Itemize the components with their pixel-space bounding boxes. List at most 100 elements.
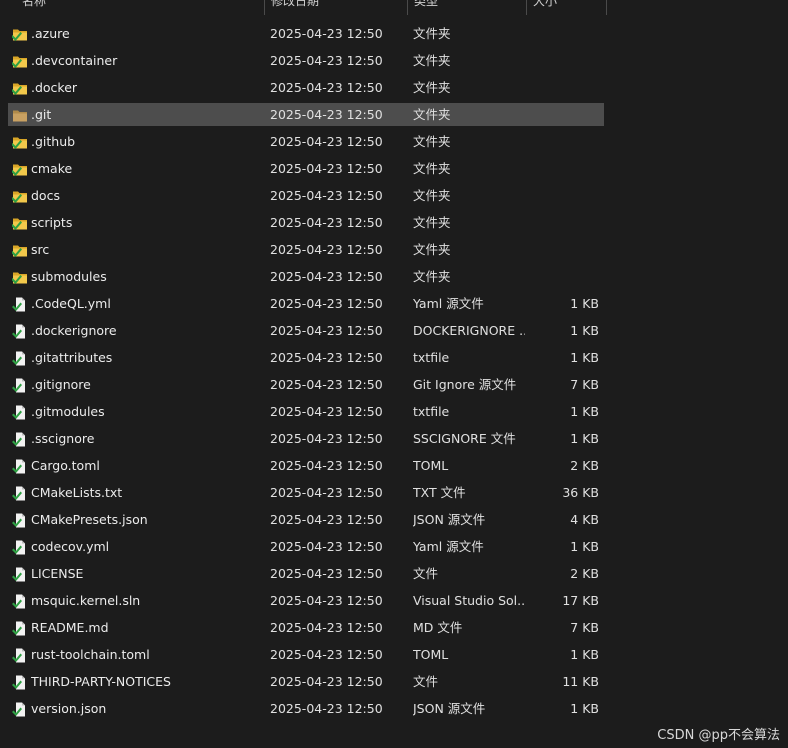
column-header-name[interactable]: 名称 xyxy=(16,0,265,15)
file-green-icon xyxy=(12,539,28,555)
file-type: Git Ignore 源文件 xyxy=(413,377,517,392)
file-size: 1 KB xyxy=(570,296,599,311)
file-modified-date: 2025-04-23 12:50 xyxy=(270,107,383,122)
file-type: 文件夹 xyxy=(413,107,451,122)
folder-green-icon xyxy=(11,26,28,41)
file-type: 文件夹 xyxy=(413,269,451,284)
file-name: .gitattributes xyxy=(31,350,113,365)
file-type: 文件 xyxy=(413,674,439,689)
file-modified-date: 2025-04-23 12:50 xyxy=(270,161,383,176)
folder-green-icon xyxy=(11,215,28,230)
file-green-icon xyxy=(12,377,28,393)
folder-green-icon xyxy=(11,269,28,284)
file-name: submodules xyxy=(31,269,107,284)
file-green-icon xyxy=(12,593,28,609)
file-list: .azure 2025-04-23 12:50 文件夹 .devcontainer 20… xyxy=(8,22,604,724)
column-header-date[interactable]: 修改日期 xyxy=(265,0,408,15)
file-row[interactable]: rust-toolchain.toml 2025-04-23 12:50 TOML 1… xyxy=(8,643,604,666)
file-name: .dockerignore xyxy=(31,323,117,338)
file-row[interactable]: docs 2025-04-23 12:50 文件夹 xyxy=(8,184,604,207)
file-row[interactable]: README.md 2025-04-23 12:50 MD 文件 7 KB xyxy=(8,616,604,639)
file-row[interactable]: .docker 2025-04-23 12:50 文件夹 xyxy=(8,76,604,99)
file-size: 1 KB xyxy=(570,323,599,338)
file-row[interactable]: .devcontainer 2025-04-23 12:50 文件夹 xyxy=(8,49,604,72)
file-row[interactable]: .gitattributes 2025-04-23 12:50 txtfile 1 K… xyxy=(8,346,604,369)
file-name: .git xyxy=(31,107,52,122)
file-size: 17 KB xyxy=(562,593,599,608)
folder-green-icon xyxy=(11,53,28,68)
file-size: 11 KB xyxy=(562,674,599,689)
file-row[interactable]: .github 2025-04-23 12:50 文件夹 xyxy=(8,130,604,153)
file-type: txtfile xyxy=(413,350,450,365)
file-type: Yaml 源文件 xyxy=(413,296,484,311)
file-row[interactable]: .dockerignore 2025-04-23 12:50 DOCKERIGNOR… xyxy=(8,319,604,342)
file-row[interactable]: codecov.yml 2025-04-23 12:50 Yaml 源文件 1 KB xyxy=(8,535,604,558)
file-name: scripts xyxy=(31,215,73,230)
file-row[interactable]: .gitignore 2025-04-23 12:50 Git Ignore 源文件… xyxy=(8,373,604,396)
file-type: SSCIGNORE 文件 xyxy=(413,431,516,446)
file-type: 文件夹 xyxy=(413,26,451,41)
file-name: rust-toolchain.toml xyxy=(31,647,150,662)
file-name: CMakeLists.txt xyxy=(31,485,123,500)
file-size: 1 KB xyxy=(570,404,599,419)
file-row[interactable]: .gitmodules 2025-04-23 12:50 txtfile 1 KB xyxy=(8,400,604,423)
file-row[interactable]: version.json 2025-04-23 12:50 JSON 源文件 1 KB xyxy=(8,697,604,720)
file-green-icon xyxy=(12,647,28,663)
file-name: .sscignore xyxy=(31,431,95,446)
file-green-icon xyxy=(12,404,28,420)
file-green-icon xyxy=(12,323,28,339)
file-modified-date: 2025-04-23 12:50 xyxy=(270,593,383,608)
file-modified-date: 2025-04-23 12:50 xyxy=(270,269,383,284)
folder-green-icon xyxy=(11,242,28,257)
file-green-icon xyxy=(12,431,28,447)
file-type: JSON 源文件 xyxy=(413,701,486,716)
file-modified-date: 2025-04-23 12:50 xyxy=(270,350,383,365)
file-modified-date: 2025-04-23 12:50 xyxy=(270,80,383,95)
file-size: 7 KB xyxy=(570,377,599,392)
file-row[interactable]: scripts 2025-04-23 12:50 文件夹 xyxy=(8,211,604,234)
file-green-icon xyxy=(12,485,28,501)
file-modified-date: 2025-04-23 12:50 xyxy=(270,215,383,230)
file-modified-date: 2025-04-23 12:50 xyxy=(270,458,383,473)
file-type: 文件夹 xyxy=(413,53,451,68)
watermark: CSDN @pp不会算法 xyxy=(657,728,780,743)
file-size: 36 KB xyxy=(562,485,599,500)
file-name: .github xyxy=(31,134,76,149)
file-row[interactable]: THIRD-PARTY-NOTICES 2025-04-23 12:50 文件 11 … xyxy=(8,670,604,693)
file-row[interactable]: CMakePresets.json 2025-04-23 12:50 JSON 源文… xyxy=(8,508,604,531)
file-type: DOCKERIGNORE ... xyxy=(413,323,525,338)
file-modified-date: 2025-04-23 12:50 xyxy=(270,539,383,554)
file-name: .docker xyxy=(31,80,78,95)
file-green-icon xyxy=(12,566,28,582)
file-row[interactable]: CMakeLists.txt 2025-04-23 12:50 TXT 文件 36 K… xyxy=(8,481,604,504)
file-name: THIRD-PARTY-NOTICES xyxy=(31,674,171,689)
folder-green-icon xyxy=(11,134,28,149)
file-name: README.md xyxy=(31,620,109,635)
file-row[interactable]: submodules 2025-04-23 12:50 文件夹 xyxy=(8,265,604,288)
file-size: 7 KB xyxy=(570,620,599,635)
file-modified-date: 2025-04-23 12:50 xyxy=(270,377,383,392)
column-header-size[interactable]: 大小 xyxy=(527,0,607,15)
file-row[interactable]: .CodeQL.yml 2025-04-23 12:50 Yaml 源文件 1 KB xyxy=(8,292,604,315)
file-type: TOML xyxy=(413,647,449,662)
file-type: TXT 文件 xyxy=(413,485,466,500)
file-type: 文件夹 xyxy=(413,188,451,203)
file-row[interactable]: .azure 2025-04-23 12:50 文件夹 xyxy=(8,22,604,45)
file-modified-date: 2025-04-23 12:50 xyxy=(270,134,383,149)
file-type: 文件夹 xyxy=(413,80,451,95)
file-green-icon xyxy=(12,350,28,366)
file-row[interactable]: .git 2025-04-23 12:50 文件夹 xyxy=(8,103,604,126)
column-header-type[interactable]: 类型 xyxy=(408,0,527,15)
file-row[interactable]: LICENSE 2025-04-23 12:50 文件 2 KB xyxy=(8,562,604,585)
file-row[interactable]: .sscignore 2025-04-23 12:50 SSCIGNORE 文件 1 … xyxy=(8,427,604,450)
file-row[interactable]: cmake 2025-04-23 12:50 文件夹 xyxy=(8,157,604,180)
file-modified-date: 2025-04-23 12:50 xyxy=(270,188,383,203)
file-row[interactable]: msquic.kernel.sln 2025-04-23 12:50 Visual … xyxy=(8,589,604,612)
folder-green-icon xyxy=(11,161,28,176)
file-row[interactable]: Cargo.toml 2025-04-23 12:50 TOML 2 KB xyxy=(8,454,604,477)
file-name: .gitmodules xyxy=(31,404,105,419)
file-size: 2 KB xyxy=(570,566,599,581)
file-green-icon xyxy=(12,701,28,717)
file-modified-date: 2025-04-23 12:50 xyxy=(270,404,383,419)
file-row[interactable]: src 2025-04-23 12:50 文件夹 xyxy=(8,238,604,261)
